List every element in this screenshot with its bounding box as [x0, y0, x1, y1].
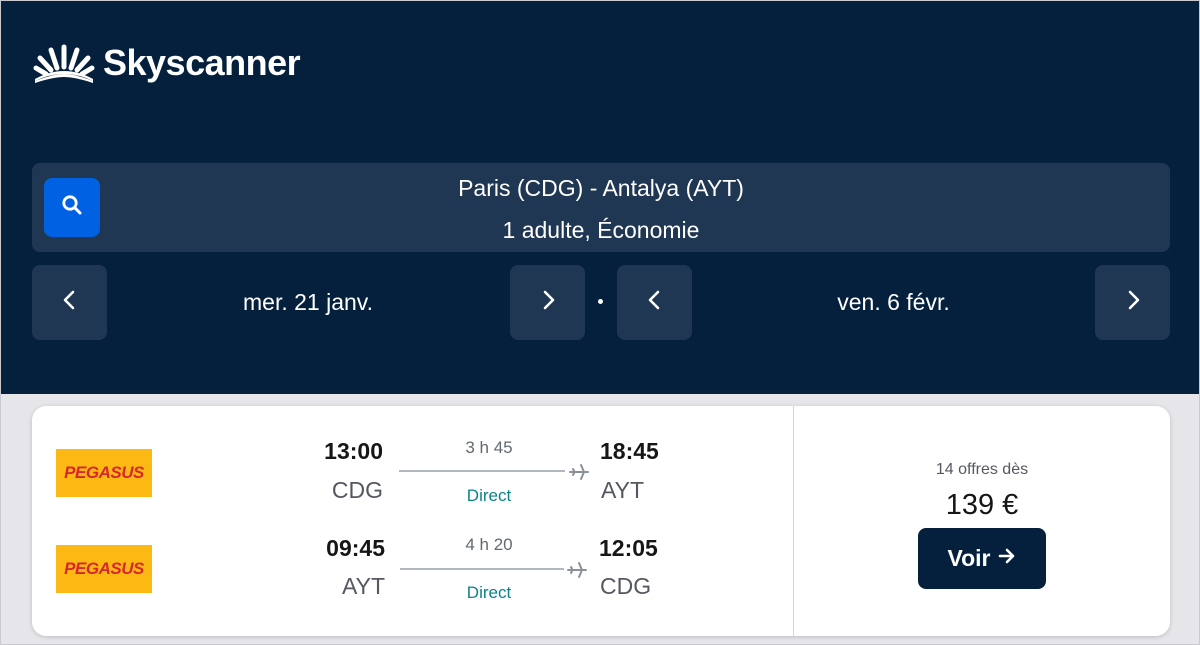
chevron-left-icon: [59, 289, 81, 316]
leg-arrive-airport: AYT: [601, 477, 645, 503]
plane-icon: [566, 559, 588, 581]
chevron-right-icon: [537, 289, 559, 316]
leg-arrive-airport: CDG: [600, 573, 652, 599]
header: Skyscanner Paris (CDG) - Antalya (AYT) 1…: [1, 1, 1199, 394]
brand-name: Skyscanner: [103, 42, 301, 83]
leg-depart-time: 13:00: [324, 438, 383, 464]
offers-count-text: 14 offres dès: [935, 461, 1029, 478]
return-next-date-button[interactable]: [1095, 265, 1170, 340]
leg-route-line: [399, 470, 565, 472]
price: 139 €: [945, 489, 1019, 521]
return-prev-date-button[interactable]: [617, 265, 692, 340]
leg-arrive-time: 12:05: [599, 535, 658, 561]
flight-result-card[interactable]: PEGASUS 13:00 CDG 3 h 45 Direct 18:45 AY…: [32, 406, 1170, 636]
chevron-right-icon: [1122, 289, 1144, 316]
outbound-date[interactable]: mer. 21 janv.: [107, 287, 509, 317]
select-button-label: Voir: [947, 545, 991, 571]
brand-logo[interactable]: Skyscanner: [33, 41, 301, 85]
leg-route-line: [400, 568, 564, 570]
leg-arrive-time: 18:45: [600, 438, 659, 464]
leg-depart-airport: AYT: [341, 573, 385, 599]
route-text: Paris (CDG) - Antalya (AYT): [458, 175, 744, 201]
outbound-prev-date-button[interactable]: [32, 265, 107, 340]
chevron-left-icon: [644, 289, 666, 316]
app-frame: Skyscanner Paris (CDG) - Antalya (AYT) 1…: [0, 0, 1200, 645]
skyscanner-sunburst-icon: [33, 41, 95, 85]
return-date[interactable]: ven. 6 févr.: [692, 287, 1095, 317]
date-separator-dot: [598, 299, 603, 304]
leg-depart-airport: CDG: [331, 477, 383, 503]
search-summary[interactable]: Paris (CDG) - Antalya (AYT) 1 adulte, Éc…: [32, 163, 1170, 252]
outbound-next-date-button[interactable]: [510, 265, 585, 340]
select-flight-button[interactable]: Voir: [918, 528, 1046, 589]
leg-duration: 4 h 20: [465, 535, 513, 554]
leg-stops: Direct: [466, 486, 512, 505]
leg-duration: 3 h 45: [465, 438, 513, 457]
leg-stops: Direct: [466, 583, 512, 602]
arrow-right-icon: [997, 545, 1017, 572]
leg-depart-time: 09:45: [326, 535, 385, 561]
passenger-class-text: 1 adulte, Économie: [502, 217, 700, 243]
plane-icon: [568, 461, 590, 483]
airline-logo: PEGASUS: [56, 545, 152, 593]
airline-logo: PEGASUS: [56, 449, 152, 497]
